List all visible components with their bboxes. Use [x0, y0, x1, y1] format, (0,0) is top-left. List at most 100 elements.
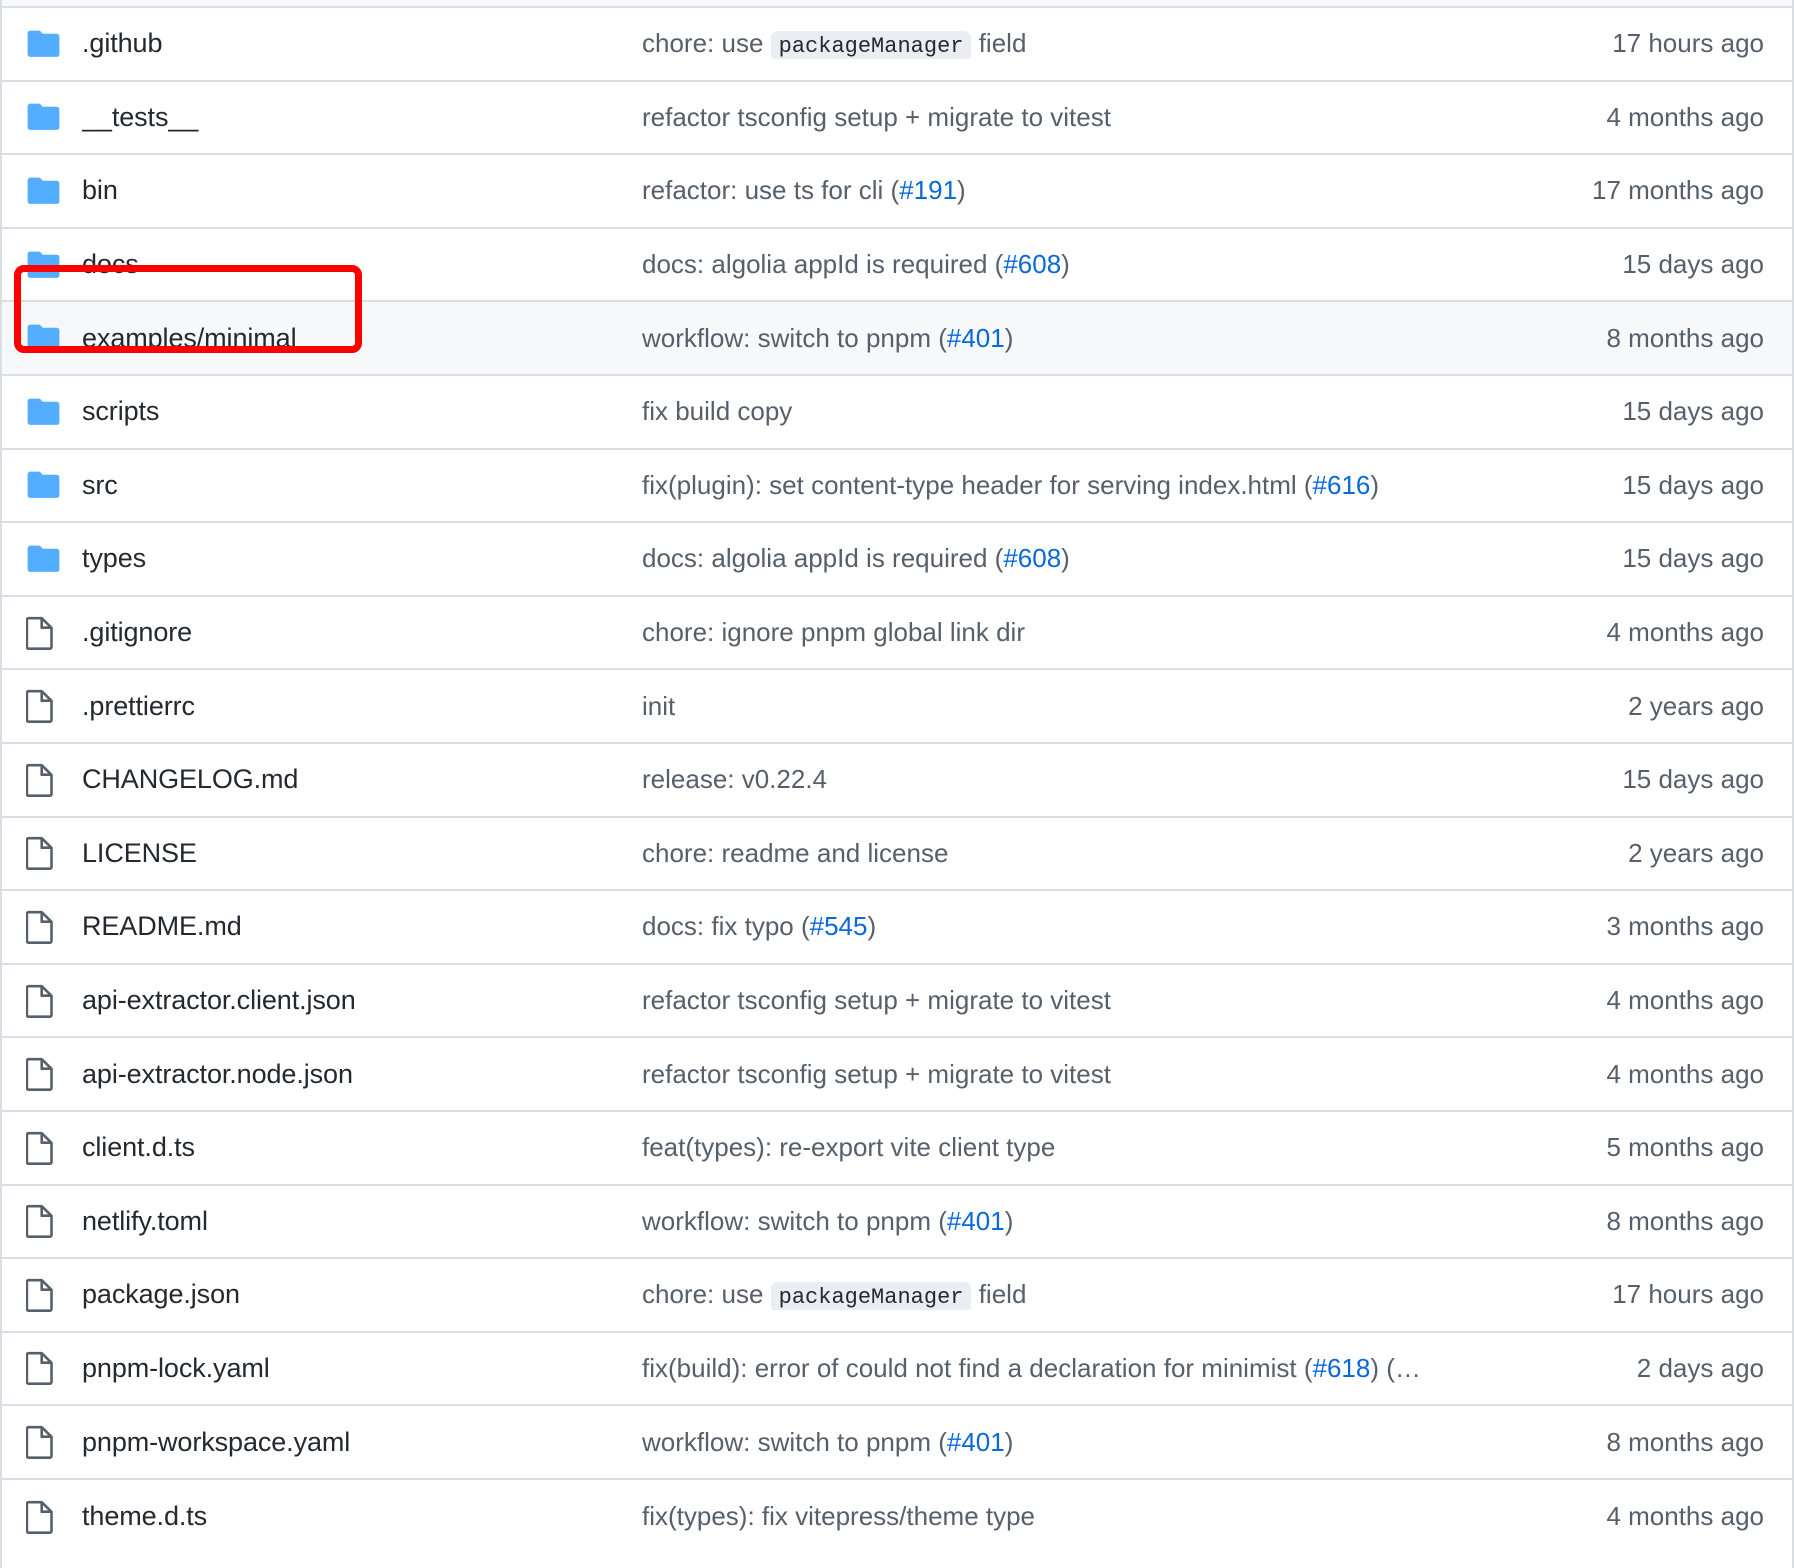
commit-message[interactable]: fix(types): fix vitepress/theme type: [642, 1501, 1464, 1532]
commit-message-text: refactor tsconfig setup + migrate to vit…: [642, 101, 1111, 132]
commit-message[interactable]: workflow: switch to pnpm (#401): [642, 1206, 1464, 1237]
entry-name-link[interactable]: src: [82, 470, 642, 501]
pull-request-link[interactable]: #618: [1313, 1353, 1371, 1383]
commit-message[interactable]: fix build copy: [642, 396, 1464, 427]
entry-name-link[interactable]: .prettierrc: [82, 691, 642, 722]
entry-name-link[interactable]: netlify.toml: [82, 1206, 642, 1237]
commit-time: 5 months ago: [1606, 1132, 1764, 1163]
commit-message[interactable]: refactor tsconfig setup + migrate to vit…: [642, 102, 1464, 133]
commit-message[interactable]: refactor: use ts for cli (#191): [642, 175, 1464, 206]
commit-message-text: fix build copy: [642, 396, 793, 427]
table-row[interactable]: src fix(plugin): set content-type header …: [2, 449, 1792, 524]
table-row[interactable]: theme.d.ts fix(types): fix vitepress/them…: [2, 1479, 1792, 1554]
table-row[interactable]: types docs: algolia appId is required (#6…: [2, 523, 1792, 597]
entry-name-link[interactable]: CHANGELOG.md: [82, 764, 642, 795]
entry-name-link[interactable]: examples/minimal: [82, 323, 642, 354]
entry-name-link[interactable]: package.json: [82, 1279, 642, 1310]
commit-message-suffix: field: [971, 1279, 1027, 1310]
commit-time: 2 days ago: [1636, 1352, 1764, 1383]
folder-icon: [26, 29, 82, 59]
file-rows-container: .github chore: use packageManager field 17…: [2, 8, 1792, 1554]
commit-message[interactable]: docs: algolia appId is required (#608): [642, 543, 1464, 574]
commit-message[interactable]: feat(types): re-export vite client type: [642, 1132, 1464, 1163]
table-row[interactable]: netlify.toml workflow: switch to pnpm (#4…: [2, 1185, 1792, 1260]
entry-name-link[interactable]: api-extractor.client.json: [82, 985, 642, 1016]
table-row[interactable]: docs docs: algolia appId is required (#60…: [2, 228, 1792, 303]
table-top-edge: [2, 0, 1792, 8]
table-row[interactable]: .gitignore chore: ignore pnpm global link…: [2, 596, 1792, 671]
table-row[interactable]: scripts fix build copy 15 days ago: [2, 375, 1792, 450]
entry-name-link[interactable]: docs: [82, 249, 642, 280]
table-row[interactable]: package.json chore: use packageManager fi…: [2, 1259, 1792, 1333]
commit-message[interactable]: workflow: switch to pnpm (#401): [642, 323, 1464, 354]
commit-message[interactable]: docs: algolia appId is required (#608): [642, 249, 1464, 280]
table-row[interactable]: pnpm-workspace.yaml workflow: switch to p…: [2, 1406, 1792, 1480]
entry-name-link[interactable]: client.d.ts: [82, 1132, 642, 1163]
pull-request-link[interactable]: #401: [947, 323, 1005, 353]
entry-name-link[interactable]: pnpm-workspace.yaml: [82, 1427, 642, 1458]
commit-message[interactable]: refactor tsconfig setup + migrate to vit…: [642, 1059, 1464, 1090]
commit-time: 8 months ago: [1606, 322, 1764, 353]
pull-request-link[interactable]: #608: [1003, 249, 1061, 279]
table-row[interactable]: .github chore: use packageManager field 17…: [2, 8, 1792, 82]
pull-request-link[interactable]: #401: [947, 1427, 1005, 1457]
commit-time: 8 months ago: [1606, 1426, 1764, 1457]
table-row[interactable]: client.d.ts feat(types): re-export vite c…: [2, 1111, 1792, 1186]
inline-code: packageManager: [770, 1282, 972, 1311]
entry-name-link[interactable]: theme.d.ts: [82, 1501, 642, 1532]
pull-request-link[interactable]: #401: [947, 1206, 1005, 1236]
commit-message-text: chore: ignore pnpm global link dir: [642, 617, 1025, 648]
table-row[interactable]: LICENSE chore: readme and license 2 years …: [2, 817, 1792, 892]
commit-message[interactable]: fix(plugin): set content-type header for…: [642, 470, 1464, 501]
commit-message[interactable]: chore: use packageManager field: [642, 28, 1464, 60]
file-icon: [26, 1278, 82, 1312]
file-icon: [26, 984, 82, 1018]
folder-icon: [26, 102, 82, 132]
pull-request-link[interactable]: #545: [810, 911, 868, 941]
commit-message[interactable]: chore: use packageManager field: [642, 1279, 1464, 1311]
pull-request-link[interactable]: #616: [1313, 470, 1371, 500]
commit-time: 17 months ago: [1591, 175, 1764, 206]
table-row[interactable]: pnpm-lock.yaml fix(build): error of could…: [2, 1332, 1792, 1407]
commit-message-text: refactor tsconfig setup + migrate to vit…: [642, 1058, 1111, 1089]
commit-message-text: docs: fix typo (: [642, 911, 810, 942]
entry-name-link[interactable]: __tests__: [82, 102, 642, 133]
entry-name-link[interactable]: README.md: [82, 911, 642, 942]
commit-time: 17 hours ago: [1612, 28, 1764, 59]
entry-name-link[interactable]: .github: [82, 28, 642, 59]
table-row[interactable]: CHANGELOG.md release: v0.22.4 15 days ago: [2, 743, 1792, 818]
table-row[interactable]: README.md docs: fix typo (#545) 3 months a…: [2, 891, 1792, 965]
commit-message-text: workflow: switch to pnpm (: [642, 322, 947, 353]
commit-message[interactable]: chore: readme and license: [642, 838, 1464, 869]
commit-message[interactable]: chore: ignore pnpm global link dir: [642, 617, 1464, 648]
pull-request-link[interactable]: #608: [1003, 543, 1061, 573]
pull-request-link[interactable]: #191: [899, 175, 957, 205]
commit-message[interactable]: init: [642, 691, 1464, 722]
commit-message[interactable]: docs: fix typo (#545): [642, 911, 1464, 942]
entry-name-link[interactable]: types: [82, 543, 642, 574]
table-row[interactable]: bin refactor: use ts for cli (#191) 17 mon…: [2, 155, 1792, 229]
commit-message-suffix: ): [1370, 469, 1380, 500]
entry-name-link[interactable]: bin: [82, 175, 642, 206]
table-row[interactable]: .prettierrc init 2 years ago: [2, 670, 1792, 744]
entry-name-link[interactable]: LICENSE: [82, 838, 642, 869]
entry-name-link[interactable]: api-extractor.node.json: [82, 1059, 642, 1090]
commit-message[interactable]: release: v0.22.4: [642, 764, 1464, 795]
commit-message[interactable]: fix(build): error of could not find a de…: [642, 1353, 1464, 1384]
commit-message[interactable]: refactor tsconfig setup + migrate to vit…: [642, 985, 1464, 1016]
entry-name-link[interactable]: pnpm-lock.yaml: [82, 1353, 642, 1384]
file-icon: [26, 910, 82, 944]
table-row[interactable]: __tests__ refactor tsconfig setup + migra…: [2, 81, 1792, 156]
entry-name-link[interactable]: scripts: [82, 396, 642, 427]
commit-time: 17 hours ago: [1612, 1279, 1764, 1310]
commit-message-text: fix(types): fix vitepress/theme type: [642, 1501, 1036, 1532]
commit-message[interactable]: workflow: switch to pnpm (#401): [642, 1427, 1464, 1458]
folder-icon: [26, 323, 82, 353]
table-row[interactable]: examples/minimal workflow: switch to pnpm…: [2, 302, 1792, 376]
entry-name-link[interactable]: .gitignore: [82, 617, 642, 648]
commit-message-suffix: ): [1004, 1205, 1014, 1236]
commit-message-text: workflow: switch to pnpm (: [642, 1426, 947, 1457]
table-row[interactable]: api-extractor.node.json refactor tsconfig…: [2, 1038, 1792, 1112]
table-row[interactable]: api-extractor.client.json refactor tsconf…: [2, 964, 1792, 1039]
file-icon: [26, 1057, 82, 1092]
